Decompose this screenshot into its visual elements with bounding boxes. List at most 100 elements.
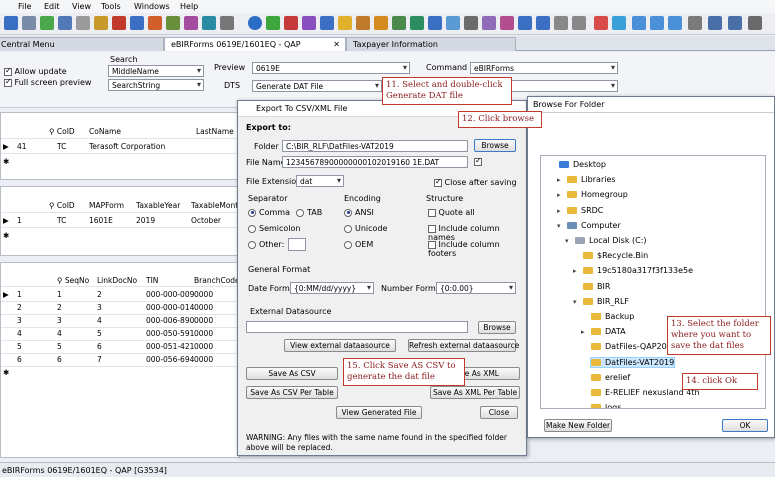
ansi-radio[interactable] bbox=[344, 208, 352, 217]
chart-icon[interactable] bbox=[148, 16, 162, 30]
make-new-folder-button[interactable]: Make New Folder bbox=[544, 419, 612, 432]
table-cell[interactable]: 1 bbox=[57, 290, 62, 299]
new-icon[interactable] bbox=[4, 16, 18, 30]
mail-icon[interactable] bbox=[446, 16, 460, 30]
unicode-option[interactable]: Unicode bbox=[344, 224, 387, 233]
calc-icon[interactable] bbox=[464, 16, 478, 30]
table-cell[interactable]: TC bbox=[57, 142, 66, 151]
table-cell[interactable]: 2 bbox=[97, 290, 102, 299]
print-icon[interactable] bbox=[58, 16, 72, 30]
columns-icon[interactable] bbox=[688, 16, 702, 30]
word-icon[interactable] bbox=[428, 16, 442, 30]
col-header[interactable]: ⚲ CoID bbox=[49, 201, 75, 210]
column-footers-option[interactable]: Include column footers bbox=[428, 240, 526, 258]
menu-tools[interactable]: Tools bbox=[101, 2, 121, 11]
table-cell[interactable]: 41 bbox=[17, 142, 27, 151]
col-header[interactable]: MAPForm bbox=[89, 201, 124, 210]
folder-tree-item[interactable]: Homegroup bbox=[567, 190, 628, 199]
folder-tree-item[interactable]: Computer bbox=[567, 221, 621, 230]
save-as-csv-button[interactable]: Save As CSV bbox=[246, 367, 338, 380]
view-external-button[interactable]: View external dataasource bbox=[284, 339, 396, 352]
allow-update-checkbox[interactable] bbox=[4, 66, 12, 76]
table-cell[interactable]: 0000 bbox=[194, 355, 213, 364]
col-header[interactable]: ⚲ SeqNo bbox=[57, 276, 89, 285]
dts-select[interactable]: Generate DAT File bbox=[252, 80, 382, 92]
zoom-out-icon[interactable] bbox=[536, 16, 550, 30]
filter-clear-icon[interactable] bbox=[668, 16, 682, 30]
book-icon[interactable] bbox=[356, 16, 370, 30]
refresh-external-button[interactable]: Refresh external dataasource bbox=[408, 339, 519, 352]
menu-file[interactable]: File bbox=[18, 2, 31, 11]
ok-button[interactable]: OK bbox=[722, 419, 768, 432]
settings-icon[interactable] bbox=[748, 16, 762, 30]
semicolon-option[interactable]: Semicolon bbox=[248, 224, 301, 233]
table-cell[interactable]: 000-056-694 bbox=[146, 355, 194, 364]
table-cell[interactable]: 0000 bbox=[194, 342, 213, 351]
folder-tree-item[interactable]: Backup bbox=[591, 312, 634, 321]
excel-icon[interactable] bbox=[410, 16, 424, 30]
arrow-down-icon[interactable] bbox=[572, 16, 586, 30]
table-cell[interactable]: 6 bbox=[97, 342, 102, 351]
col-header[interactable]: LastName bbox=[196, 127, 234, 136]
tab-central-menu[interactable]: Central Menu bbox=[0, 37, 164, 51]
col-header[interactable]: TaxableYear bbox=[136, 201, 180, 210]
link-icon[interactable] bbox=[482, 16, 496, 30]
table-cell[interactable]: 0000 bbox=[194, 303, 213, 312]
allow-update-option[interactable]: Allow update bbox=[4, 66, 67, 76]
col-header[interactable]: LinkDocNo bbox=[97, 276, 137, 285]
unicode-radio[interactable] bbox=[344, 224, 352, 233]
external-browse-button[interactable]: Browse bbox=[478, 321, 516, 334]
command-select[interactable]: eBIRForms bbox=[470, 62, 618, 74]
grid-icon[interactable] bbox=[130, 16, 144, 30]
tab-radio[interactable] bbox=[296, 208, 304, 217]
tree-expander-icon[interactable]: ▸ bbox=[573, 267, 577, 275]
preview-select[interactable]: 0619E bbox=[252, 62, 410, 74]
table-cell[interactable]: 0000 bbox=[194, 290, 213, 299]
folder-tree-item[interactable]: $Recycle.Bin bbox=[583, 251, 648, 260]
gallery-icon[interactable] bbox=[374, 16, 388, 30]
window-icon[interactable] bbox=[202, 16, 216, 30]
close-icon[interactable]: ✕ bbox=[333, 40, 340, 49]
folder-tree-item[interactable]: BIR_RLF bbox=[583, 297, 629, 306]
menu-view[interactable]: View bbox=[72, 2, 91, 11]
table-cell[interactable]: October bbox=[191, 216, 221, 225]
table-cell[interactable]: 2 bbox=[57, 303, 62, 312]
date-format-select[interactable]: {0:MM/dd/yyyy} bbox=[290, 282, 374, 294]
semicolon-radio[interactable] bbox=[248, 224, 256, 233]
col-header[interactable]: TIN bbox=[146, 276, 158, 285]
table-cell[interactable]: 000-006-890 bbox=[146, 316, 194, 325]
oem-radio[interactable] bbox=[344, 240, 352, 249]
search-icon[interactable] bbox=[320, 16, 334, 30]
zoom-icon[interactable] bbox=[76, 16, 90, 30]
tab-taxpayer-info[interactable]: Taxpayer Information bbox=[346, 37, 516, 51]
filename-checkbox[interactable] bbox=[474, 156, 482, 166]
ansi-option[interactable]: ANSI bbox=[344, 208, 374, 217]
column-names-checkbox[interactable] bbox=[428, 224, 436, 233]
arrow-up-icon[interactable] bbox=[554, 16, 568, 30]
tree-icon[interactable] bbox=[166, 16, 180, 30]
zoom-in-icon[interactable] bbox=[518, 16, 532, 30]
folder-tree-item[interactable]: Local Disk (C:) bbox=[575, 236, 647, 245]
folder-tree-item[interactable]: Desktop bbox=[559, 160, 606, 169]
tab-option[interactable]: TAB bbox=[296, 208, 322, 217]
number-format-select[interactable]: {0:0.00} bbox=[436, 282, 516, 294]
info-icon[interactable] bbox=[612, 16, 626, 30]
delete-icon[interactable] bbox=[112, 16, 126, 30]
folder-tree-item[interactable]: DatFiles-VAT2019 bbox=[589, 356, 676, 368]
table-cell[interactable]: 5 bbox=[57, 342, 62, 351]
table-cell[interactable]: 7 bbox=[97, 355, 102, 364]
tree-expander-icon[interactable]: ▸ bbox=[581, 328, 585, 336]
table-cell[interactable]: 6 bbox=[57, 355, 62, 364]
col-header[interactable]: CoName bbox=[89, 127, 121, 136]
close-button[interactable]: Close bbox=[480, 406, 518, 419]
table-cell[interactable]: 2019 bbox=[136, 216, 155, 225]
stop-icon[interactable] bbox=[284, 16, 298, 30]
table-cell[interactable]: 0000 bbox=[194, 329, 213, 338]
folder-tree-item[interactable]: erelief bbox=[591, 373, 630, 382]
table-cell[interactable]: 000-050-591 bbox=[146, 329, 194, 338]
folder-icon[interactable] bbox=[94, 16, 108, 30]
form-icon[interactable] bbox=[184, 16, 198, 30]
full-screen-checkbox[interactable] bbox=[4, 77, 12, 87]
tree-expander-icon[interactable]: ▸ bbox=[557, 176, 561, 184]
comma-option[interactable]: Comma bbox=[248, 208, 290, 217]
